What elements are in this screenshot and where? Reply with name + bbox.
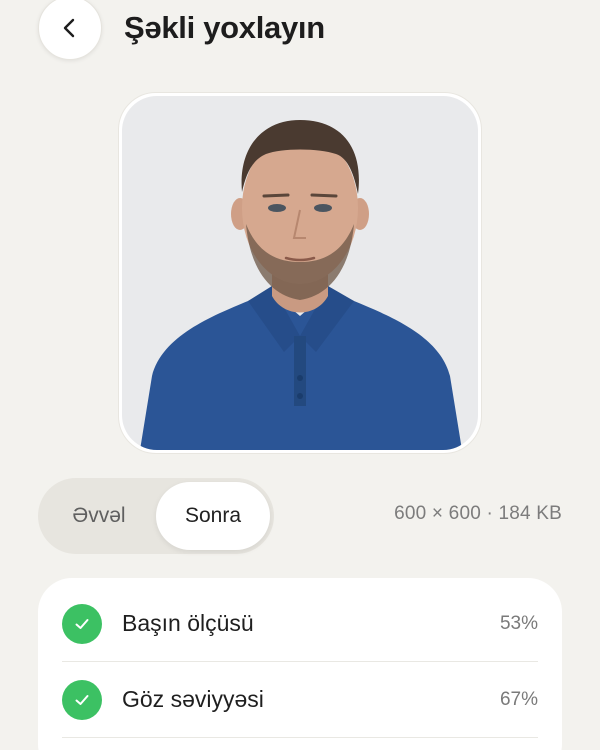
file-info: 600 × 600 · 184 KB	[394, 503, 562, 524]
before-after-toggle: Əvvəl Sonra	[38, 478, 274, 554]
check-icon	[62, 603, 102, 644]
check-value: 67%	[499, 688, 538, 710]
page-title: Şəkli yoxlayın	[124, 10, 325, 45]
check-icon	[62, 679, 102, 720]
check-label: Göz səviyyəsi	[122, 686, 264, 712]
toggle-before[interactable]: Əvvəl	[42, 482, 156, 550]
portrait-photo	[122, 96, 478, 450]
toggle-after[interactable]: Sonra	[156, 482, 270, 550]
checks-card: Başın ölçüsü 53% Göz səviyyəsi 67%	[38, 578, 562, 750]
photo-preview-frame	[118, 92, 482, 454]
check-row-eye-level: Göz səviyyəsi 67%	[62, 662, 538, 738]
check-value: 53%	[499, 612, 538, 634]
back-button[interactable]	[38, 0, 102, 60]
check-label: Başın ölçüsü	[122, 610, 254, 636]
chevron-left-icon	[63, 18, 75, 38]
check-row-head-size: Başın ölçüsü 53%	[62, 586, 538, 662]
